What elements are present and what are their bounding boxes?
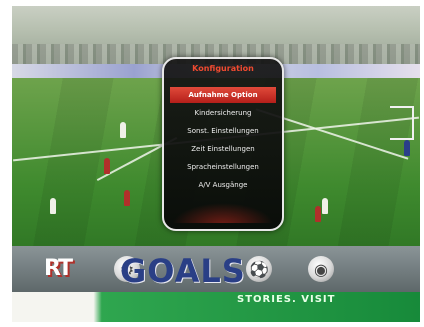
configuration-menu: Konfiguration Aufnahme Option Kindersich… bbox=[162, 57, 284, 231]
goal-net bbox=[390, 106, 414, 140]
player bbox=[120, 122, 126, 138]
menu-footer-glow bbox=[172, 203, 274, 223]
camera-icon: ◉ bbox=[308, 256, 334, 282]
stadium-stands bbox=[12, 6, 420, 64]
menu-item-other-settings[interactable]: Sonst. Einstellungen bbox=[170, 123, 276, 139]
menu-item-language-settings[interactable]: Spracheinstellungen bbox=[170, 159, 276, 175]
player bbox=[50, 198, 56, 214]
menu-item-recording-options[interactable]: Aufnahme Option bbox=[170, 87, 276, 103]
player bbox=[315, 206, 321, 222]
player bbox=[124, 190, 130, 206]
player bbox=[322, 198, 328, 214]
ticker-text: STORIES. VISIT bbox=[237, 294, 336, 305]
lower-ticker: STORIES. VISIT bbox=[12, 292, 420, 322]
menu-title: Konfiguration bbox=[192, 64, 254, 73]
player bbox=[104, 158, 110, 174]
menu-item-time-settings[interactable]: Zeit Einstellungen bbox=[170, 141, 276, 157]
menu-item-parental-control[interactable]: Kindersicherung bbox=[170, 105, 276, 121]
broadcast-banner: RT ⚙ GOALS GALORE! ⚽ ◉ bbox=[12, 246, 420, 322]
player-icon: ⚽ bbox=[246, 256, 272, 282]
player bbox=[404, 140, 410, 156]
channel-logo: RT bbox=[44, 256, 73, 281]
menu-item-av-outputs[interactable]: A/V Ausgänge bbox=[170, 177, 276, 193]
menu-list: Aufnahme Option Kindersicherung Sonst. E… bbox=[170, 87, 276, 195]
